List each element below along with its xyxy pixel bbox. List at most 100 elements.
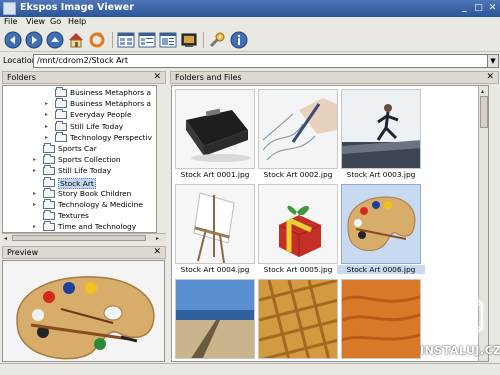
menu-go[interactable]: Go: [50, 17, 61, 26]
scroll-right-icon[interactable]: ▸: [156, 235, 159, 242]
thumbnail-item[interactable]: [175, 279, 255, 361]
expand-icon[interactable]: ▸: [45, 98, 48, 109]
folder-tree-item[interactable]: Business Metaphors a: [3, 87, 153, 98]
thumbnail-caption: Stock Art 0004.jpg: [180, 265, 250, 274]
thumbnail-caption: Stock Art 0002.jpg: [263, 170, 333, 179]
forward-button[interactable]: [25, 31, 43, 49]
tree-horizontal-scrollbar[interactable]: ◂ ▸: [2, 233, 166, 242]
folder-tree-item[interactable]: ▸ Business Metaphors a: [3, 98, 153, 109]
folder-tree-item[interactable]: ▸ Sports Collection: [3, 154, 153, 165]
maximize-icon[interactable]: □: [472, 2, 485, 15]
forward-icon: [25, 31, 43, 49]
close-icon[interactable]: ✕: [486, 72, 494, 82]
palette-image: [347, 196, 416, 251]
expand-icon[interactable]: ▸: [33, 221, 36, 232]
menu-view[interactable]: View: [26, 17, 45, 26]
expand-icon[interactable]: ▸: [33, 165, 36, 176]
info-icon: [230, 31, 248, 49]
expand-icon[interactable]: ▸: [45, 109, 48, 120]
up-icon: [46, 31, 64, 49]
thumbnail-caption: Stock Art 0003.jpg: [346, 170, 416, 179]
tree-vertical-scrollbar[interactable]: [156, 86, 157, 232]
back-button[interactable]: [4, 31, 22, 49]
folder-icon: [43, 165, 55, 176]
slideshow-button[interactable]: [180, 31, 198, 49]
folder-label: Technology & Medicine: [58, 200, 143, 209]
location-input[interactable]: /mnt/cdrom2/Stock Art: [33, 54, 488, 68]
folder-tree-item[interactable]: ▸ Time and Technology: [3, 221, 153, 232]
settings-button[interactable]: [208, 31, 226, 49]
folder-label: Time and Technology: [58, 222, 137, 232]
view-details-button[interactable]: [159, 31, 177, 49]
scroll-left-icon[interactable]: ◂: [4, 235, 7, 242]
folder-label: Business Metaphors a: [70, 88, 151, 97]
folder-tree-item[interactable]: Stock Art: [3, 176, 153, 189]
folders-panel-header: Folders ✕: [2, 71, 166, 84]
folder-icon: [43, 187, 55, 198]
thumbnail-item-selected[interactable]: Stock Art 0006.jpg: [337, 184, 425, 276]
folder-tree-item[interactable]: ▸ Technology & Medicine: [3, 199, 153, 210]
preview-panel-title: Preview: [7, 248, 39, 257]
close-icon[interactable]: ✕: [153, 72, 161, 82]
expand-icon[interactable]: ▸: [33, 199, 36, 210]
folder-tree-item[interactable]: Sports Car: [3, 143, 153, 154]
folder-tree-item[interactable]: ▸ Story Book Children: [3, 187, 153, 199]
thumbnail-caption: Stock Art 0005.jpg: [263, 265, 333, 274]
scrollbar-thumb[interactable]: [480, 96, 488, 128]
folder-tree: Business Metaphors a ▸ Business Metaphors …: [2, 85, 157, 233]
thumbnail-item[interactable]: Stock Art 0004.jpg: [175, 184, 255, 276]
scroll-up-icon[interactable]: ▴: [481, 88, 484, 95]
thumbnail-image: [175, 89, 255, 169]
gift-box-image: [259, 185, 337, 263]
location-dropdown-button[interactable]: ▼: [487, 54, 499, 68]
folder-tree-item[interactable]: ▸ Everyday People: [3, 109, 153, 120]
folder-label: Everyday People: [70, 110, 132, 120]
thumbnail-item[interactable]: Stock Art 0003.jpg: [341, 89, 421, 181]
folder-icon: [55, 109, 67, 120]
toolbar-separator: [112, 32, 113, 48]
folder-icon: [43, 210, 55, 221]
status-bar: [0, 363, 500, 375]
close-icon[interactable]: ✕: [486, 2, 499, 15]
thumbnail-caption: Stock Art 0006.jpg: [337, 265, 425, 274]
easel-image: [176, 185, 254, 263]
thumbnail-image: [175, 279, 255, 359]
view-icon: [117, 32, 135, 48]
menu-file[interactable]: File: [4, 17, 17, 26]
thumbnail-item[interactable]: Stock Art 0002.jpg: [258, 89, 338, 181]
folder-tree-item[interactable]: ▸ Still Life Today: [3, 120, 153, 132]
up-button[interactable]: [46, 31, 64, 49]
expand-icon[interactable]: ▸: [45, 121, 48, 132]
folder-icon: [43, 221, 55, 232]
folder-label: Still Life Today: [58, 166, 112, 176]
minimize-icon[interactable]: _: [458, 2, 471, 15]
home-button[interactable]: [67, 31, 85, 49]
refresh-button[interactable]: [88, 31, 106, 49]
thumbnail-item[interactable]: [258, 279, 338, 361]
folder-icon: [43, 154, 55, 165]
folder-tree-item[interactable]: Textures: [3, 210, 153, 221]
view-list-button[interactable]: [138, 31, 156, 49]
menu-help[interactable]: Help: [68, 17, 86, 26]
expand-icon[interactable]: ▸: [45, 132, 48, 143]
thumbnail-item[interactable]: [341, 279, 421, 361]
folder-tree-item[interactable]: ▸ Technology Perspectiv: [3, 131, 153, 143]
location-bar: Location /mnt/cdrom2/Stock Art ▼: [0, 53, 500, 69]
folder-icon: [43, 176, 55, 187]
thumbnail-image: [341, 184, 421, 264]
thumbnail-image: [258, 279, 338, 359]
close-icon[interactable]: ✕: [153, 247, 161, 257]
scrollbar-thumb[interactable]: [12, 235, 146, 241]
thumbnail-item[interactable]: Stock Art 0005.jpg: [258, 184, 338, 276]
info-button[interactable]: [230, 31, 248, 49]
folder-icon: [43, 199, 55, 209]
expand-icon[interactable]: ▸: [33, 154, 36, 165]
thumbnail-image: [175, 184, 255, 264]
folder-tree-item[interactable]: ▸ Still Life Today: [3, 165, 153, 176]
view-button[interactable]: [117, 31, 135, 49]
thumbnail-item[interactable]: Stock Art 0001.jpg: [175, 89, 255, 181]
preview-image: [2, 260, 165, 362]
expand-icon[interactable]: ▸: [33, 188, 36, 199]
desert-image: [342, 280, 420, 358]
title-bar: Ekspos Image Viewer _ □ ✕: [0, 0, 500, 17]
